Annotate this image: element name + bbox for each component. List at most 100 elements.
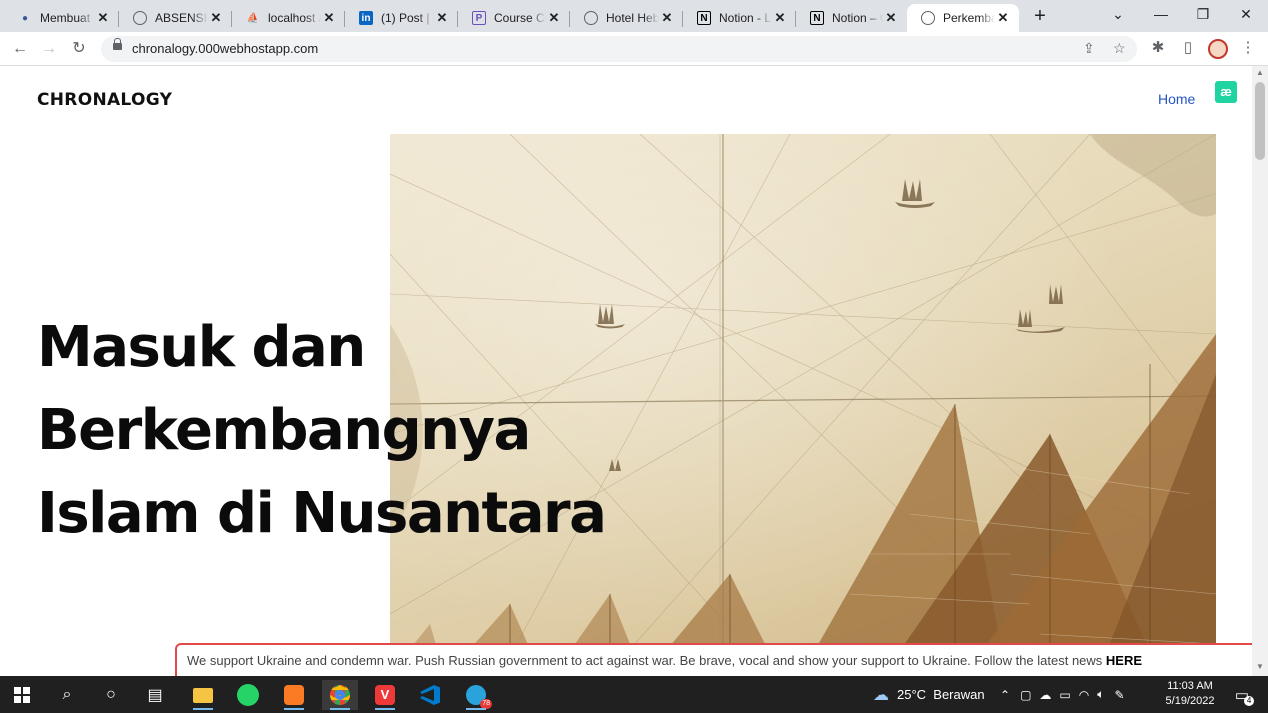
telegram-icon[interactable]: 78 — [458, 680, 494, 710]
tab-membuat[interactable]: ● Membuat ✕ — [4, 4, 119, 32]
tab-title: Course Co — [494, 11, 546, 25]
tab-linkedin[interactable]: in (1) Post | F ✕ — [345, 4, 458, 32]
restore-button[interactable]: ❐ — [1182, 0, 1224, 30]
weather-widget[interactable]: ☁ 25°C Berawan — [873, 676, 985, 713]
side-panel-icon[interactable]: ▯ — [1178, 38, 1198, 56]
banner-here-link[interactable]: HERE — [1106, 653, 1142, 668]
weather-text: 25°C Berawan — [897, 687, 985, 702]
taskbar-clock[interactable]: 11:03 AM 5/19/2022 — [1160, 679, 1220, 709]
lock-icon[interactable] — [113, 38, 122, 50]
web-page: CHRONALOGY Home æ Masuk dan Berkembangny… — [0, 66, 1252, 676]
tab-title: Perkemba — [943, 11, 995, 25]
address-bar[interactable]: chronalogy.000webhostapp.com ⇪ ☆ — [101, 36, 1137, 62]
vivaldi-icon[interactable]: V — [367, 680, 403, 710]
close-icon[interactable]: ✕ — [995, 10, 1011, 26]
search-icon[interactable]: ⌕ — [49, 680, 85, 710]
bookmark-star-icon[interactable]: ☆ — [1113, 40, 1126, 57]
volume-icon[interactable]: 🔈︎ — [1097, 687, 1104, 702]
phpmyadmin-icon: ⛵ — [246, 12, 260, 24]
reload-button[interactable]: ↻ — [68, 38, 90, 60]
file-explorer-icon[interactable] — [185, 680, 221, 710]
tab-search-button[interactable]: ⌄ — [1097, 0, 1139, 30]
tab-course[interactable]: P Course Co ✕ — [458, 4, 570, 32]
tab-absensi[interactable]: ABSENSI W ✕ — [119, 4, 232, 32]
start-icon[interactable] — [4, 680, 40, 710]
onedrive-icon[interactable]: ☁ — [1039, 688, 1051, 702]
battery-icon[interactable]: ▭ — [1059, 688, 1070, 702]
xampp-icon[interactable] — [276, 680, 312, 710]
hero-title-line: Islam di Nusantara — [37, 481, 607, 546]
close-icon[interactable]: ✕ — [321, 10, 337, 26]
weather-cloud-icon: ☁ — [873, 686, 889, 704]
system-tray: ⌃ ▢ ☁ ▭ ◠ 🔈︎ ✎ — [1000, 676, 1125, 713]
globe-icon — [921, 11, 935, 25]
wifi-icon[interactable]: ◠ — [1079, 688, 1089, 702]
close-icon[interactable]: ✕ — [434, 10, 450, 26]
vscode-icon[interactable] — [412, 680, 448, 710]
new-tab-button[interactable]: + — [1028, 5, 1052, 29]
hero-title: Masuk dan Berkembangnya Islam di Nusanta… — [37, 306, 637, 555]
ae-badge-icon[interactable]: æ — [1215, 81, 1237, 103]
scroll-down-icon[interactable]: ▼ — [1255, 662, 1265, 671]
close-icon[interactable]: ✕ — [772, 10, 788, 26]
tab-title: Hotel Heb — [606, 11, 659, 25]
back-button[interactable]: ← — [9, 38, 31, 60]
ukraine-support-banner: We support Ukraine and condemn war. Push… — [175, 643, 1252, 676]
tray-app-icon[interactable]: ▢ — [1020, 688, 1031, 702]
nav-home-link[interactable]: Home — [1158, 91, 1195, 107]
tab-title: Notion – C — [832, 11, 883, 25]
telegram-badge: 78 — [480, 699, 492, 709]
browser-tabbar: ● Membuat ✕ ABSENSI W ✕ ⛵ localhost / ✕ … — [0, 0, 1268, 32]
windows-taskbar: ⌕ ○ ▤ V 78 ☁ 25°C Berawan ⌃ ▢ ☁ ▭ ◠ 🔈︎ ✎… — [0, 676, 1268, 713]
share-icon[interactable]: ⇪ — [1083, 40, 1095, 57]
tab-title: ABSENSI W — [155, 11, 208, 25]
close-icon[interactable]: ✕ — [659, 10, 675, 26]
scroll-up-icon[interactable]: ▲ — [1255, 68, 1265, 77]
page-scrollbar[interactable]: ▲ ▼ — [1252, 66, 1268, 676]
chrome-icon[interactable] — [322, 680, 358, 710]
site-brand[interactable]: CHRONALOGY — [37, 90, 172, 110]
profile-avatar[interactable] — [1208, 39, 1228, 59]
linkedin-icon: in — [359, 11, 373, 25]
close-window-button[interactable]: ✕ — [1225, 0, 1267, 30]
globe-icon — [584, 11, 598, 25]
tab-title: Membuat — [40, 11, 91, 25]
tab-notion-1[interactable]: N Notion - L ✕ — [683, 4, 796, 32]
cortana-icon[interactable]: ○ — [93, 680, 129, 710]
banner-text: We support Ukraine and condemn war. Push… — [187, 653, 1142, 668]
tab-title: Notion - L — [719, 11, 772, 25]
close-icon[interactable]: ✕ — [95, 10, 111, 26]
globe-icon — [133, 11, 147, 25]
hero-title-line: Masuk dan — [37, 315, 366, 380]
clock-date: 5/19/2022 — [1165, 695, 1215, 707]
profile-icon: ● — [21, 12, 29, 24]
tab-perkembangan[interactable]: Perkemba ✕ — [907, 4, 1019, 32]
tab-notion-2[interactable]: N Notion – C ✕ — [796, 4, 907, 32]
scroll-thumb[interactable] — [1255, 82, 1265, 160]
clock-time: 11:03 AM — [1167, 680, 1213, 692]
banner-message: We support Ukraine and condemn war. Push… — [187, 653, 1106, 668]
tab-localhost[interactable]: ⛵ localhost / ✕ — [232, 4, 345, 32]
close-icon[interactable]: ✕ — [546, 10, 562, 26]
course-icon: P — [472, 11, 486, 25]
tab-title: localhost / — [268, 11, 321, 25]
notification-count: 4 — [1244, 696, 1255, 706]
hero-title-line: Berkembangnya — [37, 398, 531, 463]
close-icon[interactable]: ✕ — [208, 10, 224, 26]
extensions-icon[interactable]: ✱ — [1148, 38, 1168, 56]
tab-title: (1) Post | F — [381, 11, 434, 25]
minimize-button[interactable]: — — [1140, 0, 1182, 30]
pen-icon[interactable]: ✎ — [1114, 688, 1124, 702]
close-icon[interactable]: ✕ — [883, 10, 899, 26]
url-text[interactable]: chronalogy.000webhostapp.com — [132, 41, 318, 56]
chevron-up-icon[interactable]: ⌃ — [1000, 688, 1010, 702]
notion-icon: N — [810, 11, 824, 25]
whatsapp-icon[interactable] — [230, 680, 266, 710]
tab-hotel[interactable]: Hotel Heb ✕ — [570, 4, 683, 32]
menu-icon[interactable]: ⋮ — [1238, 38, 1258, 56]
forward-button[interactable]: → — [38, 38, 60, 60]
notification-center-icon[interactable]: ▭ 4 — [1226, 680, 1258, 710]
task-view-icon[interactable]: ▤ — [137, 680, 173, 710]
notion-icon: N — [697, 11, 711, 25]
browser-toolbar: ← → ↻ chronalogy.000webhostapp.com ⇪ ☆ ✱… — [0, 32, 1268, 66]
